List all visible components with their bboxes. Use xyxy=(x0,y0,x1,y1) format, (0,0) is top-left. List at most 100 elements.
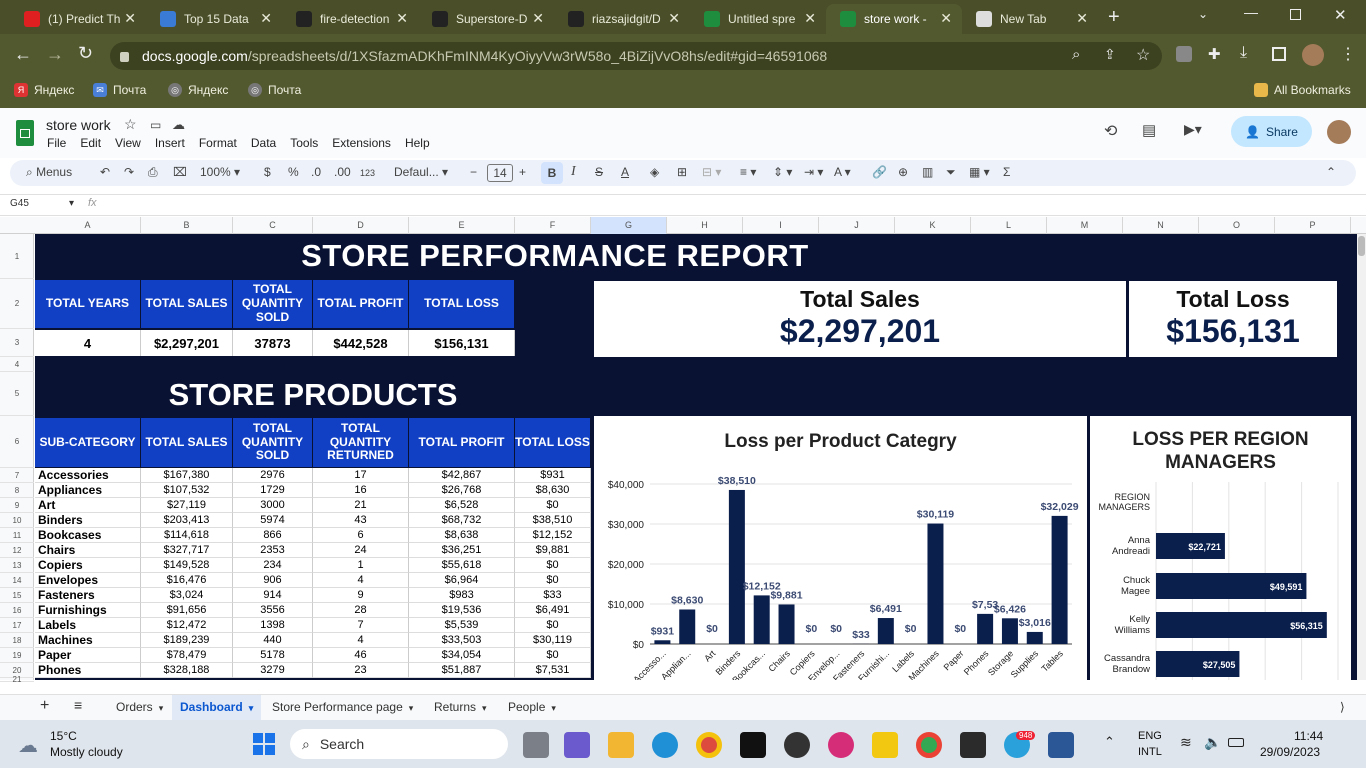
menu-item-file[interactable]: File xyxy=(47,136,66,150)
redo-icon[interactable]: ↷ xyxy=(124,165,134,179)
row-header[interactable]: 9 xyxy=(0,498,34,513)
new-tab-button[interactable]: + xyxy=(1108,6,1120,29)
functions-button[interactable]: Σ xyxy=(1003,165,1010,179)
formula-input[interactable] xyxy=(110,196,1350,214)
close-tab-icon[interactable]: ✕ xyxy=(804,10,816,27)
collapse-toolbar-icon[interactable]: ⌃ xyxy=(1326,165,1336,179)
chevron-down-icon[interactable]: ▾ xyxy=(482,703,487,713)
name-box[interactable]: G45 ▾ xyxy=(10,198,74,209)
wifi-icon[interactable]: ≋ xyxy=(1180,734,1192,751)
browser-tab[interactable]: Untitled spre ✕ xyxy=(690,4,826,34)
volume-icon[interactable]: 🔈 xyxy=(1204,734,1221,751)
minimize-icon[interactable]: — xyxy=(1244,4,1258,20)
extension-icon[interactable] xyxy=(1176,46,1192,62)
row-header[interactable]: 10 xyxy=(0,513,34,528)
merge-cells-icon[interactable]: ⊟ ▾ xyxy=(702,165,721,179)
menu-item-extensions[interactable]: Extensions xyxy=(332,136,391,150)
close-tab-icon[interactable]: ✕ xyxy=(668,10,680,27)
comments-icon[interactable]: ▤ xyxy=(1142,121,1156,139)
wps-icon[interactable] xyxy=(828,732,854,758)
menu-item-edit[interactable]: Edit xyxy=(80,136,101,150)
font-size-input[interactable]: 14 xyxy=(487,164,513,182)
column-header-F[interactable]: F xyxy=(515,217,591,234)
currency-button[interactable]: $ xyxy=(264,165,271,179)
bar-accesso[interactable] xyxy=(654,640,671,644)
tab-search-icon[interactable]: ⌄ xyxy=(1198,7,1208,21)
bar-storage[interactable] xyxy=(1001,618,1018,644)
chrome-icon[interactable] xyxy=(696,732,722,758)
browser-tab[interactable]: Superstore-D ✕ xyxy=(418,4,554,34)
bar-machines[interactable] xyxy=(927,523,944,644)
loss-per-category-chart[interactable]: Loss per Product Categry $0 $10,000 $20,00… xyxy=(594,416,1087,680)
vertical-scrollbar[interactable] xyxy=(1357,234,1366,680)
row-header[interactable]: 3 xyxy=(0,329,34,357)
percent-button[interactable]: % xyxy=(288,165,299,179)
column-header-A[interactable]: A xyxy=(35,217,141,234)
version-history-icon[interactable]: ⟲ xyxy=(1104,121,1117,141)
menu-item-view[interactable]: View xyxy=(115,136,141,150)
font-select[interactable]: Defaul... ▾ xyxy=(394,165,448,179)
row-header[interactable]: 4 xyxy=(0,357,34,372)
column-header-D[interactable]: D xyxy=(313,217,409,234)
reload-icon[interactable]: ↻ xyxy=(78,43,93,64)
zoom-select[interactable]: 100% ▾ xyxy=(200,165,240,179)
sheet-tab-dashboard[interactable]: Dashboard ▾ xyxy=(172,695,262,720)
start-icon[interactable] xyxy=(253,733,275,755)
fill-color-icon[interactable]: ◈ xyxy=(650,165,659,179)
browser-tab[interactable]: Top 15 Data ✕ xyxy=(146,4,282,34)
account-avatar[interactable] xyxy=(1327,120,1351,144)
paint-format-icon[interactable]: ⌧ xyxy=(173,165,187,179)
puzzle-icon[interactable]: ✚ xyxy=(1208,45,1221,63)
share-button[interactable]: 👤 Share xyxy=(1231,116,1312,147)
menu-item-data[interactable]: Data xyxy=(251,136,276,150)
bookmark-star-icon[interactable]: ☆ xyxy=(1136,45,1150,65)
terminal-icon[interactable] xyxy=(960,732,986,758)
column-header-C[interactable]: C xyxy=(233,217,313,234)
bar-furnishi[interactable] xyxy=(877,618,894,644)
bar-chairs[interactable] xyxy=(778,604,795,644)
sheet-tab-people[interactable]: People ▾ xyxy=(500,695,564,720)
browser-tab[interactable]: New Tab ✕ xyxy=(962,4,1098,34)
bookmark-mail-2[interactable]: ◎ Почта xyxy=(248,83,301,97)
clock-date[interactable]: 29/09/2023 xyxy=(1260,745,1320,759)
close-window-icon[interactable]: ✕ xyxy=(1334,6,1347,24)
column-header-H[interactable]: H xyxy=(667,217,743,234)
column-header-J[interactable]: J xyxy=(819,217,895,234)
sheet-tab-orders[interactable]: Orders ▾ xyxy=(108,695,171,720)
share-page-icon[interactable]: ⇪ xyxy=(1104,46,1116,63)
row-header[interactable]: 17 xyxy=(0,618,34,633)
chevron-down-icon[interactable]: ▾ xyxy=(159,703,164,713)
menu-item-tools[interactable]: Tools xyxy=(290,136,318,150)
align-icon[interactable]: ≡ ▾ xyxy=(740,165,756,179)
close-tab-icon[interactable]: ✕ xyxy=(124,10,136,27)
browser-tab[interactable]: store work - ✕ xyxy=(826,4,962,34)
explore-icon[interactable]: ⟩ xyxy=(1340,700,1345,714)
column-header-K[interactable]: K xyxy=(895,217,971,234)
browser-tab[interactable]: (1) Predict Th ✕ xyxy=(10,4,146,34)
menu-item-help[interactable]: Help xyxy=(405,136,430,150)
add-sheet-icon[interactable]: + xyxy=(40,697,49,715)
back-icon[interactable]: ← xyxy=(14,44,32,65)
file-explorer-icon[interactable] xyxy=(608,732,634,758)
word-icon[interactable] xyxy=(1048,732,1074,758)
star-icon[interactable]: ☆ xyxy=(124,116,137,133)
bar-applian[interactable] xyxy=(679,609,696,644)
column-header-L[interactable]: L xyxy=(971,217,1047,234)
bookmark-yandex[interactable]: Я Яндекс xyxy=(14,83,74,97)
font-size-increase[interactable]: + xyxy=(519,165,526,179)
clock-time[interactable]: 11:44 xyxy=(1294,729,1323,743)
row-header[interactable]: 18 xyxy=(0,633,34,648)
wrap-icon[interactable]: ⇥ ▾ xyxy=(804,165,823,179)
decrease-decimal-button[interactable]: .0 xyxy=(311,165,321,179)
italic-button[interactable]: I xyxy=(571,164,576,180)
scrollbar-thumb[interactable] xyxy=(1358,236,1365,256)
meet-app-icon[interactable] xyxy=(564,732,590,758)
text-color-button[interactable]: A xyxy=(621,165,629,179)
column-header-G[interactable]: G xyxy=(591,217,667,234)
bar-binders[interactable] xyxy=(728,489,745,644)
close-tab-icon[interactable]: ✕ xyxy=(532,10,544,27)
borders-icon[interactable]: ⊞ xyxy=(677,165,687,179)
row-header[interactable]: 11 xyxy=(0,528,34,543)
loss-per-region-chart[interactable]: LOSS PER REGION MANAGERS REGION MANAGERS… xyxy=(1090,416,1351,680)
chrome-2-icon[interactable] xyxy=(916,732,942,758)
